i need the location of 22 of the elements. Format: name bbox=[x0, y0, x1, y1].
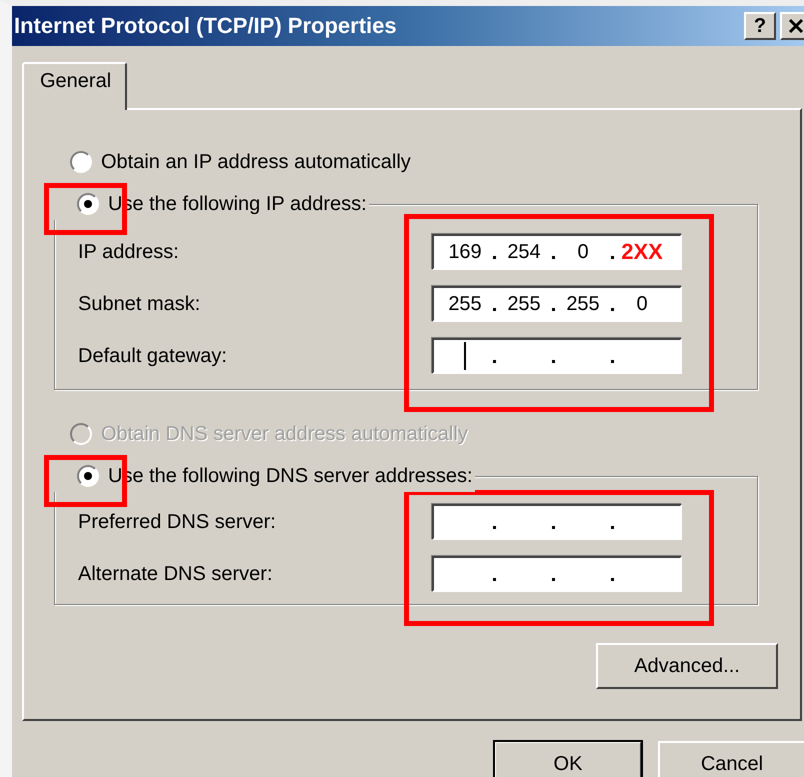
radio-label[interactable]: Obtain an IP address automatically bbox=[101, 150, 411, 174]
help-button[interactable]: ? bbox=[744, 12, 776, 40]
field-label: Alternate DNS server: bbox=[78, 562, 274, 586]
cancel-button[interactable]: Cancel bbox=[658, 741, 804, 777]
radio-button[interactable] bbox=[70, 151, 92, 173]
close-button[interactable] bbox=[780, 12, 804, 40]
ip-address-field[interactable] bbox=[432, 556, 682, 592]
close-icon bbox=[787, 17, 804, 35]
field-label: IP address: bbox=[78, 240, 180, 264]
ip-address-field[interactable]: 169 254 0 2XX bbox=[432, 234, 682, 270]
tab[interactable]: General bbox=[22, 62, 128, 110]
window-title: Internet Protocol (TCP/IP) Properties bbox=[13, 13, 398, 39]
ip-address-field[interactable] bbox=[432, 338, 682, 374]
field-label: Subnet mask: bbox=[78, 292, 202, 316]
ok-button[interactable]: OK bbox=[494, 741, 642, 777]
field-label: Default gateway: bbox=[78, 344, 228, 368]
ip-address-field[interactable] bbox=[432, 504, 682, 540]
radio-button[interactable] bbox=[77, 465, 99, 487]
radio-button[interactable] bbox=[77, 193, 99, 215]
ip-address-field[interactable]: 255 255 255 0 bbox=[432, 286, 682, 322]
field-label: Preferred DNS server: bbox=[78, 510, 277, 534]
advanced-button[interactable]: Advanced... bbox=[596, 643, 778, 689]
